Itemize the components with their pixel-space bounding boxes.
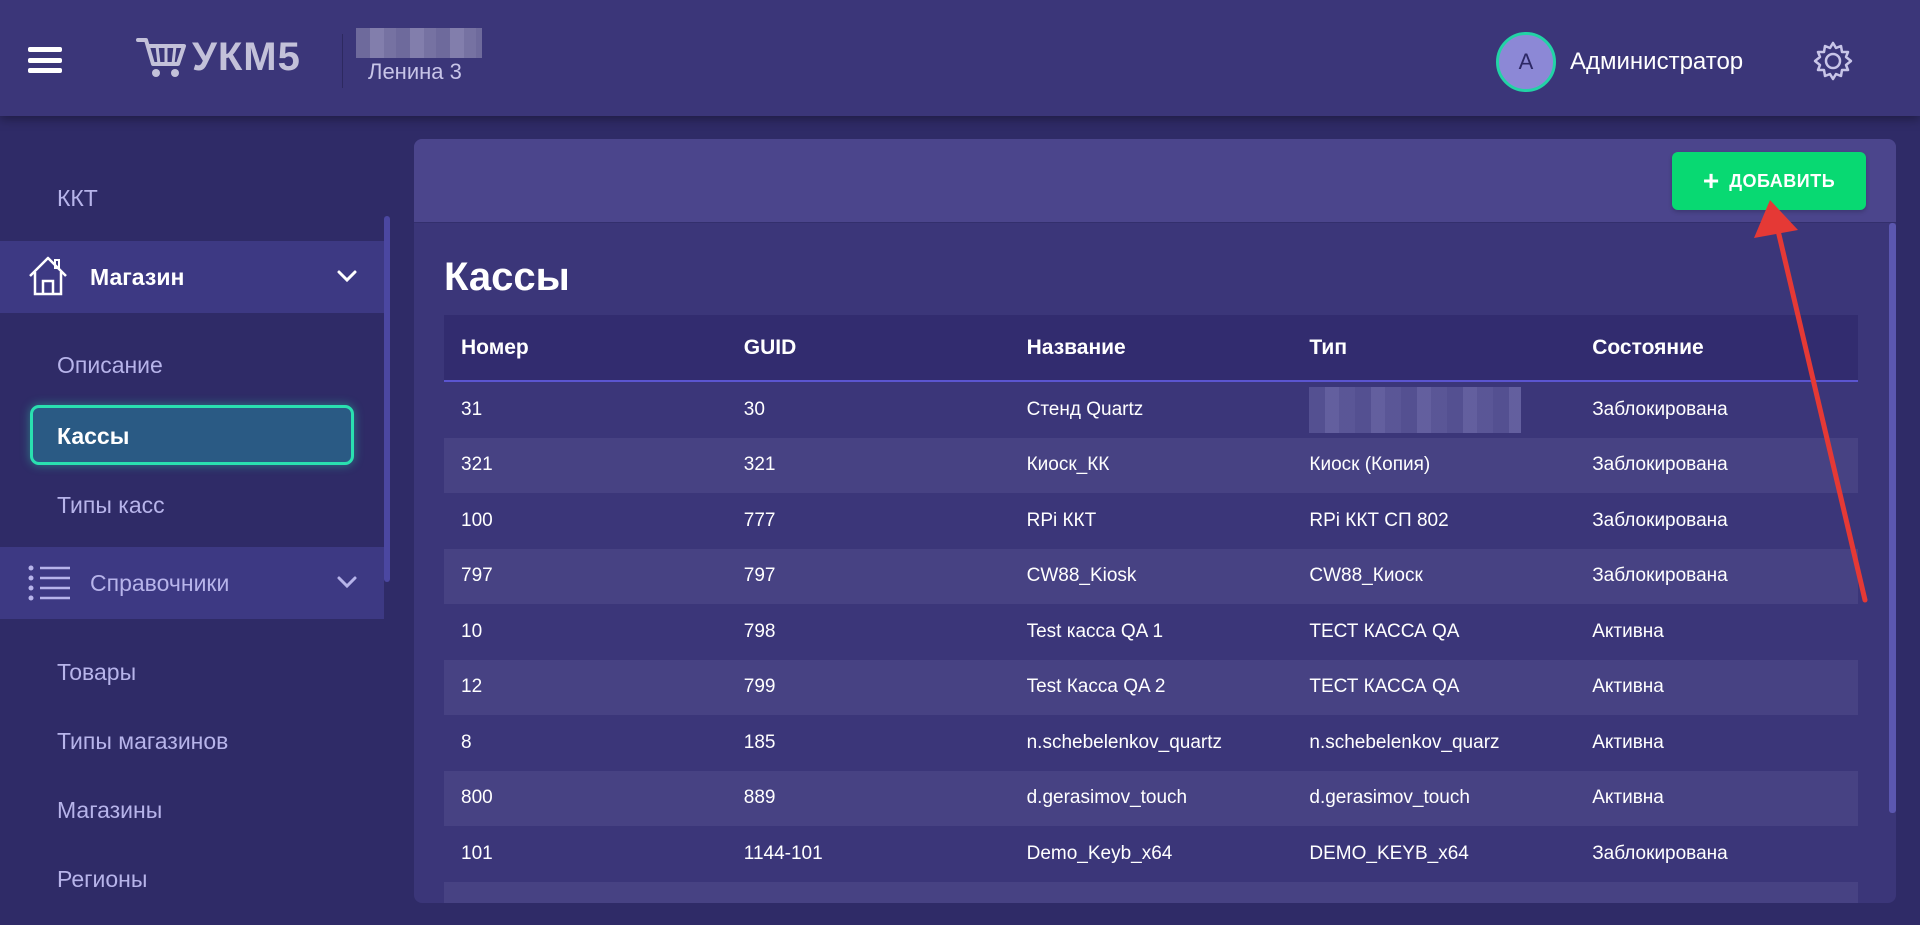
cell-guid: 889	[743, 787, 776, 809]
card-toolbar: + ДОБАВИТЬ	[414, 139, 1896, 223]
content-scrollbar[interactable]	[1889, 223, 1896, 813]
menu-icon[interactable]	[28, 47, 62, 73]
column-header-guid[interactable]: GUID	[727, 336, 1010, 360]
column-header-name[interactable]: Название	[1010, 336, 1293, 360]
cell-number: 100	[461, 509, 493, 531]
sidebar-item-label: Кассы	[57, 423, 130, 449]
cell-number: 8	[461, 731, 472, 753]
avatar[interactable]: А	[1496, 32, 1556, 92]
cell-state: Заблокирована	[1592, 398, 1728, 420]
cell-state: Заблокирована	[1592, 565, 1728, 587]
cell-state: Заблокирована	[1592, 842, 1728, 864]
app-logo[interactable]: УКМ5	[136, 34, 301, 80]
blurred-store-label	[356, 28, 482, 58]
sidebar-item-kassy[interactable]: Кассы	[30, 405, 354, 465]
sidebar-group-label: Магазин	[90, 263, 185, 290]
kassy-table: Номер GUID Название Тип Состояние 31 30 …	[444, 315, 1858, 903]
cell-state: Активна	[1592, 787, 1664, 809]
chevron-down-icon	[337, 576, 357, 589]
sidebar-item-description[interactable]: Описание	[57, 352, 163, 379]
table-row[interactable]: 800 889 d.gerasimov_touch d.gerasimov_to…	[444, 770, 1858, 826]
sidebar-item-kkt[interactable]: ККТ	[57, 185, 98, 212]
cell-guid: 1144-101	[743, 842, 823, 864]
cell-state: Заблокирована	[1592, 454, 1728, 476]
header-divider	[342, 34, 343, 88]
sidebar-scrollbar[interactable]	[384, 216, 390, 582]
blurred-type	[1309, 386, 1522, 433]
cell-number: 12	[461, 676, 483, 698]
sidebar-group-label: Справочники	[90, 569, 230, 596]
app-header: УКМ5 Ленина 3 А Администратор	[0, 0, 1920, 116]
sidebar-item-regions[interactable]: Регионы	[57, 866, 147, 893]
cell-type: Киоск (Копия)	[1309, 454, 1431, 476]
cart-icon	[136, 38, 186, 77]
store-name[interactable]: Ленина 3	[368, 59, 462, 85]
table-row-partial[interactable]	[444, 881, 1858, 903]
cell-name: Demo_Keyb_x64	[1026, 842, 1173, 864]
table-row[interactable]: 12 799 Test Касса QA 2 ТЕСТ КАССА QA Акт…	[444, 659, 1858, 715]
table-row[interactable]: 321 321 Киоск_КК Киоск (Копия) Заблокиро…	[444, 437, 1858, 493]
table-header: Номер GUID Название Тип Состояние	[444, 315, 1858, 382]
gear-icon[interactable]	[1812, 40, 1854, 87]
cell-name: n.schebelenkov_quartz	[1026, 731, 1223, 753]
cell-state: Активна	[1592, 731, 1664, 753]
cell-number: 321	[461, 454, 493, 476]
cell-type	[1292, 386, 1575, 433]
user-name[interactable]: Администратор	[1570, 48, 1743, 76]
column-header-type[interactable]: Тип	[1292, 336, 1575, 360]
cell-state: Активна	[1592, 620, 1664, 642]
plus-icon: +	[1702, 165, 1720, 196]
cell-guid: 798	[743, 620, 776, 642]
cell-name: Киоск_КК	[1026, 454, 1110, 476]
sidebar-item-kassa-types[interactable]: Типы касс	[57, 492, 165, 519]
cell-state: Заблокирована	[1592, 509, 1728, 531]
sidebar-item-stores[interactable]: Магазины	[57, 797, 162, 824]
cell-name: RPi ККТ	[1026, 509, 1097, 531]
cell-number: 101	[461, 842, 493, 864]
cell-name: Test касса QA 1	[1026, 620, 1164, 642]
cell-number: 800	[461, 787, 493, 809]
cell-type: ТЕСТ КАССА QA	[1309, 620, 1460, 642]
cell-guid: 777	[743, 509, 776, 531]
cell-name: Test Касса QA 2	[1026, 676, 1166, 698]
cell-name: Стенд Quartz	[1026, 398, 1144, 420]
cell-type: d.gerasimov_touch	[1309, 787, 1470, 809]
sidebar-group-references[interactable]: Справочники	[0, 547, 384, 619]
cell-type: CW88_Киоск	[1309, 565, 1423, 587]
cell-type: RPi ККТ СП 802	[1309, 509, 1449, 531]
cell-guid: 30	[743, 398, 765, 420]
table-row[interactable]: 31 30 Стенд Quartz Заблокирована	[444, 382, 1858, 438]
table-row[interactable]: 10 798 Test касса QA 1 ТЕСТ КАССА QA Акт…	[444, 604, 1858, 660]
main-card: + ДОБАВИТЬ Кассы Номер GUID Название Тип…	[414, 139, 1896, 903]
cell-type: n.schebelenkov_quarz	[1309, 731, 1500, 753]
sidebar-group-store[interactable]: Магазин	[0, 241, 384, 313]
cell-guid: 185	[743, 731, 776, 753]
cell-number: 10	[461, 620, 483, 642]
cell-type: DEMO_KEYB_x64	[1309, 842, 1469, 864]
home-icon	[29, 256, 67, 296]
add-button-label: ДОБАВИТЬ	[1729, 170, 1836, 191]
cell-guid: 799	[743, 676, 776, 698]
cell-state: Активна	[1592, 676, 1664, 698]
table-row[interactable]: 797 797 CW88_Kiosk CW88_Киоск Заблокиров…	[444, 548, 1858, 604]
list-icon	[28, 565, 70, 601]
sidebar-item-goods[interactable]: Товары	[57, 659, 136, 686]
table-row[interactable]: 100 777 RPi ККТ RPi ККТ СП 802 Заблокиро…	[444, 493, 1858, 549]
cell-name: d.gerasimov_touch	[1026, 787, 1188, 809]
sidebar-item-store-types[interactable]: Типы магазинов	[57, 728, 228, 755]
column-header-number[interactable]: Номер	[444, 336, 727, 360]
chevron-down-icon	[337, 270, 357, 283]
cell-number: 797	[461, 565, 493, 587]
logo-text: УКМ5	[192, 34, 301, 79]
cell-name: CW88_Kiosk	[1026, 565, 1137, 587]
table-row[interactable]: 101 1144-101 Demo_Keyb_x64 DEMO_KEYB_x64…	[444, 826, 1858, 882]
cell-guid: 321	[743, 454, 776, 476]
page-title: Кассы	[444, 255, 570, 299]
table-row[interactable]: 8 185 n.schebelenkov_quartz n.schebelenk…	[444, 715, 1858, 771]
cell-type: ТЕСТ КАССА QA	[1309, 676, 1460, 698]
cell-guid: 797	[743, 565, 776, 587]
add-button[interactable]: + ДОБАВИТЬ	[1672, 152, 1866, 210]
column-header-state[interactable]: Состояние	[1575, 336, 1858, 360]
cell-number: 31	[461, 398, 483, 420]
